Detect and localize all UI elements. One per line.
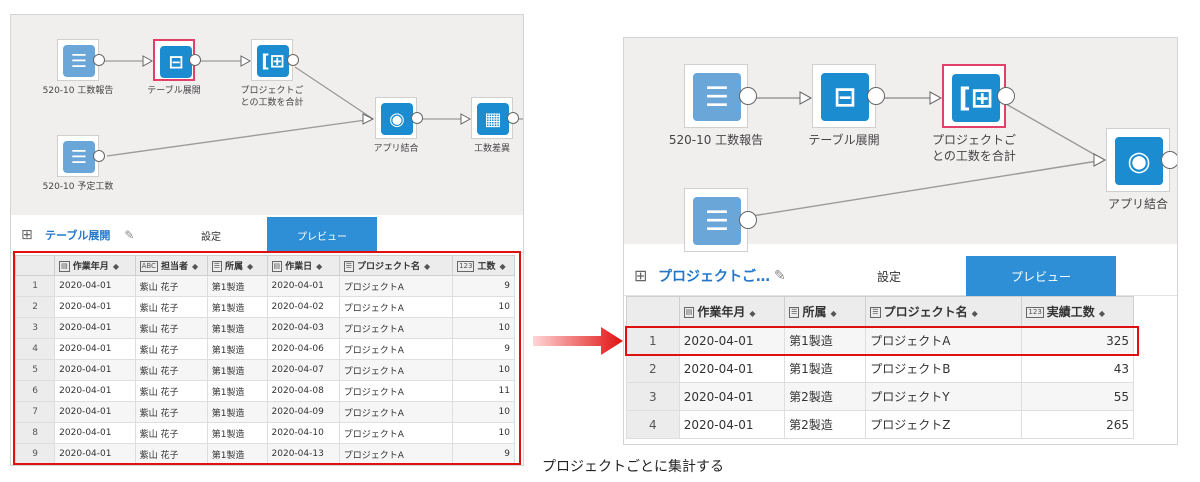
- right-arrow-icon: [533, 327, 623, 355]
- node-port[interactable]: [189, 54, 201, 66]
- date-icon: ▤: [683, 307, 695, 318]
- edit-icon[interactable]: ✎: [774, 268, 786, 284]
- node-port[interactable]: [411, 112, 423, 124]
- preview-table: ▤ 作業年月 ◆ ☰ 所属 ◆ ☰ プロジェクト名 ◆ 123 実績工数 ◆ 1 2020-04-01 第1…: [626, 296, 1134, 439]
- aggregate-icon: ⊞: [634, 266, 648, 285]
- table-cell: プロジェクトB: [865, 354, 1023, 383]
- table-list-icon: ☰: [693, 197, 741, 245]
- node-port[interactable]: [739, 87, 757, 105]
- sort-icon[interactable]: ◆: [830, 309, 836, 318]
- tab-preview[interactable]: プレビュー: [966, 256, 1116, 296]
- edit-icon[interactable]: ✎: [124, 228, 134, 242]
- caption: プロジェクトごとに集計する: [542, 459, 724, 475]
- node-port[interactable]: [997, 87, 1015, 105]
- node-toolbar: ⊞ プロジェクトご… ✎ 設定 プレビュー: [624, 256, 1177, 296]
- column-label: プロジェクト名: [883, 305, 968, 319]
- table-row[interactable]: 3 2020-04-01 第2製造 プロジェクトY 55: [626, 382, 1134, 411]
- table-row[interactable]: 4 2020-04-01 第2製造 プロジェクトZ 265: [626, 410, 1134, 439]
- row-number: 4: [626, 410, 680, 439]
- node-label: プロジェクトご との工数を合計: [931, 133, 1016, 164]
- table-cell: 55: [1021, 382, 1134, 411]
- node-label: 520-10 工数報告: [668, 133, 764, 147]
- table-cell: 43: [1021, 354, 1134, 383]
- table-cell: プロジェクトY: [865, 382, 1023, 411]
- table-list-icon: ☰: [63, 141, 95, 173]
- dropdown-icon: ☰: [789, 307, 800, 318]
- aggregate-icon: [⊞: [952, 74, 1000, 122]
- node-label: プロジェクトご との工数を合計: [240, 86, 304, 109]
- number-icon: 123: [1026, 307, 1044, 318]
- sort-icon[interactable]: ◆: [972, 309, 978, 318]
- node-label: テーブル展開: [147, 86, 201, 96]
- flow-canvas[interactable]: ☰ 520-10 工数報告 ⊟ テーブル展開 [⊞ プロジェクトご との工数を合計 ◉ アプリ…: [624, 38, 1177, 252]
- row-number: 3: [626, 382, 680, 411]
- column-label: 作業年月: [697, 305, 746, 319]
- highlight-box-left: [13, 251, 521, 465]
- table-expand-icon: ⊟: [821, 73, 869, 121]
- node-label: 520-10 工数報告: [42, 86, 114, 96]
- aggregate-icon: [⊞: [257, 45, 289, 77]
- column-label: 所属: [802, 305, 827, 319]
- table-row[interactable]: 2 2020-04-01 第1製造 プロジェクトB 43: [626, 354, 1134, 383]
- join-icon: ◉: [381, 103, 413, 135]
- tab-settings[interactable]: 設定: [822, 256, 956, 296]
- tab-settings[interactable]: 設定: [157, 217, 265, 253]
- table-expand-icon: ⊞: [21, 226, 33, 243]
- table-cell: 第2製造: [784, 410, 867, 439]
- node-title[interactable]: テーブル展開: [45, 227, 110, 243]
- corner-cell: [626, 296, 680, 327]
- node-toolbar: ⊞ テーブル展開 ✎ 設定 プレビュー: [11, 217, 523, 253]
- node-label: テーブル展開: [808, 133, 880, 147]
- table-cell: 265: [1021, 410, 1134, 439]
- node-label: アプリ結合: [1107, 197, 1168, 211]
- node-port[interactable]: [1161, 151, 1177, 169]
- calc-table-icon: ▦: [477, 103, 509, 135]
- column-header[interactable]: ▤ 作業年月 ◆: [678, 296, 786, 327]
- node-port[interactable]: [93, 54, 105, 66]
- table-cell: 第1製造: [784, 354, 867, 383]
- node-label: 520-10 予定工数: [42, 182, 114, 192]
- join-icon: ◉: [1115, 137, 1163, 185]
- table-cell: 2020-04-01: [678, 354, 786, 383]
- table-list-icon: ☰: [63, 45, 95, 77]
- row-number: 2: [626, 354, 680, 383]
- table-expand-icon: ⊟: [160, 46, 192, 78]
- right-panel: ☰ 520-10 工数報告 ⊟ テーブル展開 [⊞ プロジェクトご との工数を合計 ◉ アプリ…: [623, 37, 1178, 445]
- table-cell: 第2製造: [784, 382, 867, 411]
- column-header[interactable]: ☰ 所属 ◆: [784, 296, 867, 327]
- sort-icon[interactable]: ◆: [1099, 309, 1105, 318]
- dropdown-icon: ☰: [870, 307, 881, 318]
- column-label: 実績工数: [1046, 305, 1095, 319]
- node-port[interactable]: [867, 87, 885, 105]
- column-header[interactable]: ☰ プロジェクト名 ◆: [865, 296, 1023, 327]
- node-label: アプリ結合: [373, 144, 419, 154]
- table-cell: 2020-04-01: [678, 410, 786, 439]
- node-port[interactable]: [93, 150, 105, 162]
- node-port[interactable]: [739, 211, 757, 229]
- tab-preview[interactable]: プレビュー: [267, 217, 377, 253]
- column-header[interactable]: 123 実績工数 ◆: [1021, 296, 1134, 327]
- node-port[interactable]: [287, 54, 299, 66]
- sort-icon[interactable]: ◆: [749, 309, 755, 318]
- highlight-box-right: [625, 326, 1139, 356]
- flow-canvas[interactable]: ☰ 520-10 工数報告 ⊟ テーブル展開 [⊞ プロジェクトご との工数を合計 ◉ アプリ…: [11, 15, 523, 215]
- node-label: 工数差異: [473, 144, 510, 154]
- node-title[interactable]: プロジェクトご…: [658, 266, 770, 286]
- node-port[interactable]: [507, 112, 519, 124]
- table-list-icon: ☰: [693, 73, 741, 121]
- table-cell: プロジェクトZ: [865, 410, 1023, 439]
- table-cell: 2020-04-01: [678, 382, 786, 411]
